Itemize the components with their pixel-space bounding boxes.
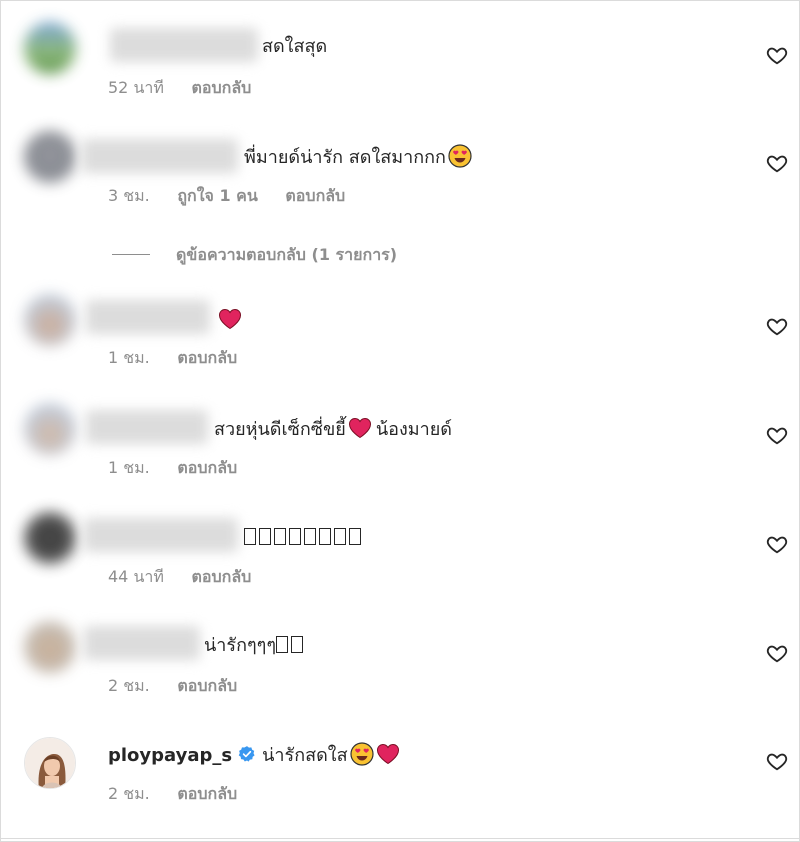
likes-count[interactable]: ถูกใจ 1 คน [177,186,257,205]
missing-glyph-box [349,528,361,545]
heart-outline-icon[interactable] [766,424,788,446]
comment-meta: 2 ชม. ตอบกลับ [108,784,259,804]
avatar[interactable] [24,22,76,74]
missing-glyph-box [304,528,316,545]
blurred-username[interactable] [82,139,238,173]
comment-time[interactable]: 2 ชม. [108,676,150,695]
comment-meta: 3 ชม. ถูกใจ 1 คน ตอบกลับ [108,186,367,206]
reply-button[interactable]: ตอบกลับ [285,186,345,205]
replies-dash [112,254,150,255]
missing-glyph-box [319,528,331,545]
missing-glyph-box [274,528,286,545]
comment-text: น่ารักสดใส [262,745,348,766]
comment-text: สดใสสุด [262,36,328,57]
blurred-username[interactable] [84,626,200,660]
heart-eyes-emoji-icon [448,144,472,168]
heart-outline-icon[interactable] [766,750,788,772]
missing-glyph-box [275,636,288,653]
comment-time[interactable]: 1 ชม. [108,348,150,367]
divider [0,838,800,839]
avatar[interactable] [24,131,76,183]
comment-line: น่ารักๆๆๆ [204,634,306,658]
comment-line: ploypayap_s น่ารักสดใส [108,742,400,768]
reply-button[interactable]: ตอบกลับ [177,348,237,367]
heart-emoji-icon [348,417,371,439]
blurred-username[interactable] [84,518,238,552]
comment-text: พี่มายด์น่ารัก สดใสมากกก [244,147,446,168]
comment-meta: 1 ชม. ตอบกลับ [108,458,259,478]
profile-photo [25,738,75,788]
avatar[interactable] [24,294,76,346]
comment-line: พี่มายด์น่ารัก สดใสมากกก [244,144,472,170]
comment-line [244,526,364,550]
heart-emoji-icon [376,743,399,765]
reply-button[interactable]: ตอบกลับ [192,567,252,586]
reply-button[interactable]: ตอบกลับ [177,458,237,477]
reply-button[interactable]: ตอบกลับ [177,676,237,695]
reply-button[interactable]: ตอบกลับ [192,78,252,97]
avatar[interactable] [24,737,76,789]
heart-emoji-icon [218,308,242,330]
heart-outline-icon[interactable] [766,533,788,555]
comment-time[interactable]: 52 นาที [108,78,164,97]
comment-text-continued: น้องมายด์ [375,419,452,440]
comment-username[interactable]: ploypayap_s [108,745,232,766]
heart-outline-icon[interactable] [766,152,788,174]
comment-time[interactable]: 44 นาที [108,567,164,586]
missing-glyph-box [259,528,271,545]
comment-text: น่ารักๆๆๆ [204,635,276,656]
comment-time[interactable]: 2 ชม. [108,784,150,803]
heart-outline-icon[interactable] [766,642,788,664]
comment-line [216,307,242,333]
missing-glyph-box [290,636,303,653]
comment-time[interactable]: 3 ชม. [108,186,150,205]
missing-glyph-box [334,528,346,545]
heart-outline-icon[interactable] [766,315,788,337]
comment-meta: 2 ชม. ตอบกลับ [108,676,259,696]
comment-meta: 1 ชม. ตอบกลับ [108,348,259,368]
comment-meta: 44 นาที ตอบกลับ [108,567,273,587]
avatar[interactable] [24,403,76,455]
blurred-username[interactable] [86,300,210,334]
missing-glyph-box [289,528,301,545]
avatar[interactable] [24,621,76,673]
blurred-username[interactable] [110,28,258,62]
view-replies-label: ดูข้อความตอบกลับ (1 รายการ) [176,245,398,264]
reply-button[interactable]: ตอบกลับ [177,784,237,803]
missing-glyph-box [244,528,256,545]
avatar[interactable] [24,512,76,564]
comment-line: สวยหุ่นดีเซ็กซี่ขยี้ น้องมายด์ [214,416,452,442]
view-replies-button[interactable]: ดูข้อความตอบกลับ (1 รายการ) [112,243,397,268]
verified-badge-icon [238,746,255,762]
comment-text: สวยหุ่นดีเซ็กซี่ขยี้ [214,419,346,440]
comment-meta: 52 นาที ตอบกลับ [108,78,273,98]
heart-eyes-emoji-icon [349,742,374,766]
comment-time[interactable]: 1 ชม. [108,458,150,477]
blurred-username[interactable] [86,410,208,444]
heart-outline-icon[interactable] [766,44,788,66]
